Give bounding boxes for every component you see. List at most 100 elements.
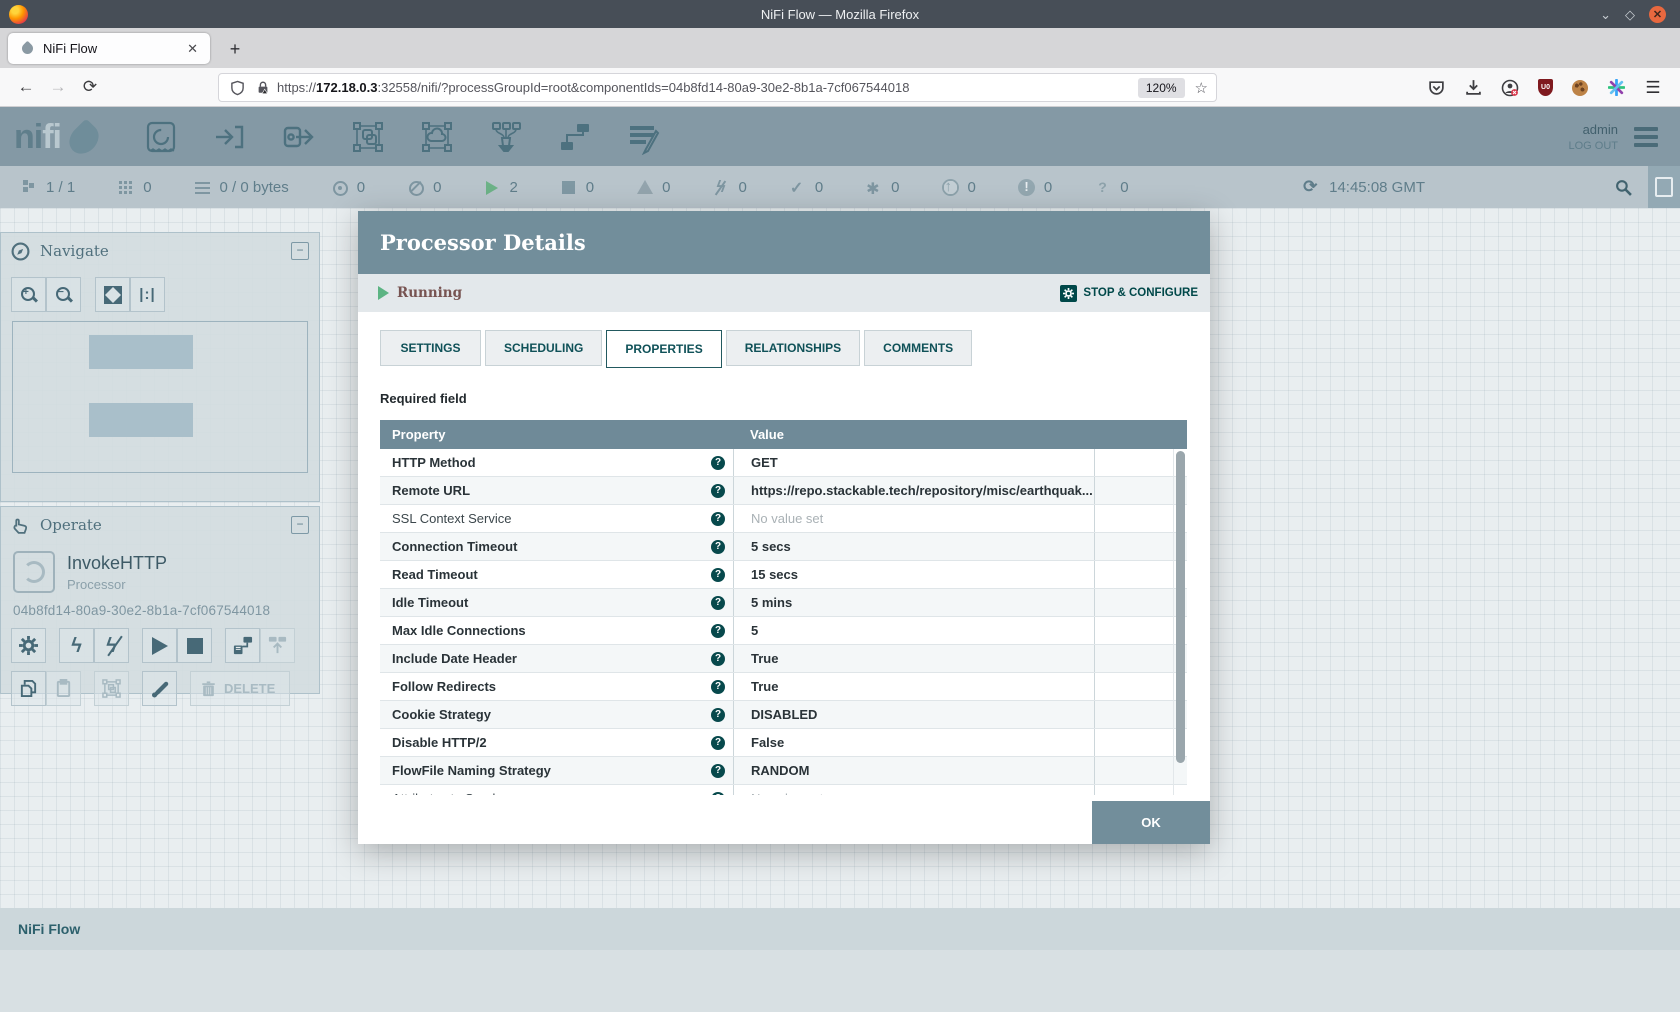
- help-icon[interactable]: ?: [711, 680, 725, 694]
- property-row: Disable HTTP/2?False: [380, 729, 1187, 757]
- global-menu-icon[interactable]: [1634, 123, 1658, 151]
- navigate-panel: Navigate − + − |:|: [0, 232, 320, 502]
- breadcrumb[interactable]: NiFi Flow: [18, 921, 80, 937]
- output-port-icon[interactable]: [277, 116, 321, 158]
- last-refresh-time: 14:45:08 GMT: [1329, 179, 1425, 196]
- start-play-button[interactable]: [142, 628, 177, 663]
- help-icon[interactable]: ?: [711, 568, 725, 582]
- stop-and-configure-button[interactable]: STOP & CONFIGURE: [1060, 285, 1198, 302]
- fill-color-brush-button[interactable]: [142, 671, 177, 706]
- zoom-actual-button[interactable]: |:|: [130, 277, 165, 312]
- help-icon[interactable]: ?: [711, 456, 725, 470]
- back-button[interactable]: ←: [10, 77, 42, 97]
- property-row: Cookie Strategy?DISABLED: [380, 701, 1187, 729]
- reload-button[interactable]: ⟳: [74, 77, 106, 97]
- help-icon[interactable]: ?: [711, 596, 725, 610]
- disable-lightning-button[interactable]: ϟ: [94, 628, 129, 663]
- help-icon[interactable]: ?: [711, 540, 725, 554]
- help-icon[interactable]: ?: [711, 792, 725, 796]
- pocket-icon[interactable]: [1427, 79, 1445, 97]
- status-item-stale: 0: [942, 179, 976, 196]
- property-row: FlowFile Naming Strategy?RANDOM: [380, 757, 1187, 785]
- url-bar[interactable]: https://172.18.0.3:32558/nifi/?processGr…: [218, 73, 1217, 102]
- nifi-favicon: [20, 41, 36, 57]
- properties-table: Property Value HTTP Method?GETRemote URL…: [380, 420, 1187, 795]
- extension-star-icon[interactable]: [1607, 79, 1625, 97]
- zoom-in-button[interactable]: +: [11, 277, 46, 312]
- zoom-level-badge[interactable]: 120%: [1138, 78, 1185, 98]
- window-minimize-icon[interactable]: ⌄: [1600, 8, 1611, 21]
- cookie-icon[interactable]: [1572, 80, 1588, 96]
- tab-settings[interactable]: SETTINGS: [380, 330, 481, 366]
- operate-collapse-button[interactable]: −: [291, 516, 309, 534]
- disabled-icon: [712, 179, 729, 196]
- bookmark-star-icon[interactable]: ☆: [1195, 79, 1208, 97]
- navigate-panel-title: Navigate: [40, 242, 109, 260]
- funnel-icon[interactable]: [484, 116, 528, 158]
- logout-link[interactable]: LOG OUT: [1568, 140, 1618, 152]
- stop-configure-gear-icon: [1060, 285, 1077, 302]
- configure-gear-button[interactable]: [11, 628, 46, 663]
- zoom-out-button[interactable]: −: [46, 277, 81, 312]
- tab-properties[interactable]: PROPERTIES: [606, 330, 721, 368]
- shield-icon[interactable]: [230, 80, 246, 96]
- dialog-title: Processor Details: [380, 230, 586, 255]
- tab-relationships[interactable]: RELATIONSHIPS: [726, 330, 860, 366]
- selected-component-name: InvokeHTTP: [67, 553, 167, 574]
- dialog-status-strip: Running STOP & CONFIGURE: [358, 274, 1210, 312]
- template-icon[interactable]: [553, 116, 597, 158]
- ok-button[interactable]: OK: [1092, 801, 1210, 844]
- search-icon[interactable]: [1615, 179, 1632, 196]
- menu-icon[interactable]: ☰: [1644, 79, 1662, 97]
- window-close-icon[interactable]: ✕: [1649, 6, 1666, 23]
- help-icon[interactable]: ?: [711, 484, 725, 498]
- browser-tab[interactable]: NiFi Flow ✕: [8, 33, 210, 64]
- url-text[interactable]: https://172.18.0.3:32558/nifi/?processGr…: [277, 80, 1138, 95]
- help-icon[interactable]: ?: [711, 736, 725, 750]
- birdseye-minimap[interactable]: [12, 321, 308, 473]
- window-maximize-icon[interactable]: ◇: [1625, 8, 1635, 21]
- enable-lightning-button[interactable]: ϟ: [59, 628, 94, 663]
- download-icon[interactable]: [1464, 79, 1482, 97]
- forward-button: →: [42, 77, 74, 97]
- account-icon[interactable]: [1501, 79, 1519, 97]
- help-icon[interactable]: ?: [711, 652, 725, 666]
- remote-process-group-icon[interactable]: [415, 116, 459, 158]
- navigate-collapse-button[interactable]: −: [291, 242, 309, 260]
- run-status-text: Running: [397, 285, 462, 301]
- help-icon[interactable]: ?: [711, 512, 725, 526]
- property-row: Include Date Header?True: [380, 645, 1187, 673]
- status-item-locally-modified: 0: [865, 179, 899, 196]
- processor-icon[interactable]: [139, 116, 183, 158]
- save-template-button[interactable]: [225, 628, 260, 663]
- help-icon[interactable]: ?: [711, 624, 725, 638]
- window-titlebar: NiFi Flow — Mozilla Firefox ⌄ ◇ ✕: [0, 0, 1680, 28]
- help-icon[interactable]: ?: [711, 708, 725, 722]
- status-item-not-transmitting: 0: [407, 179, 441, 196]
- upload-template-button: [260, 628, 295, 663]
- refresh-icon[interactable]: [1303, 179, 1320, 196]
- bulletin-panel-toggle[interactable]: [1648, 166, 1680, 208]
- help-icon[interactable]: ?: [711, 764, 725, 778]
- property-row: Attributes to Send?No value set: [380, 785, 1187, 795]
- stop-square-button[interactable]: [177, 628, 212, 663]
- new-tab-button[interactable]: +: [222, 36, 248, 62]
- nifi-drop-icon: [63, 118, 104, 159]
- lock-warning-icon[interactable]: [256, 80, 272, 96]
- input-port-icon[interactable]: [208, 116, 252, 158]
- tab-close-icon[interactable]: ✕: [183, 39, 202, 59]
- property-row: SSL Context Service?No value set: [380, 505, 1187, 533]
- label-icon[interactable]: [622, 116, 666, 158]
- zoom-fit-button[interactable]: [95, 277, 130, 312]
- property-row: Max Idle Connections?5: [380, 617, 1187, 645]
- tab-comments[interactable]: COMMENTS: [864, 330, 972, 366]
- selected-component-id[interactable]: 04b8fd14-80a9-30e2-8b1a-7cf067544018: [1, 593, 319, 620]
- table-scrollbar[interactable]: [1173, 449, 1187, 795]
- tab-scheduling[interactable]: SCHEDULING: [485, 330, 602, 366]
- process-group-icon[interactable]: [346, 116, 390, 158]
- scrollbar-thumb[interactable]: [1176, 451, 1185, 763]
- compass-icon: [11, 242, 30, 261]
- ublock-icon[interactable]: U0: [1538, 79, 1553, 96]
- locally-modified-icon: [865, 179, 882, 196]
- copy-button[interactable]: [11, 671, 46, 706]
